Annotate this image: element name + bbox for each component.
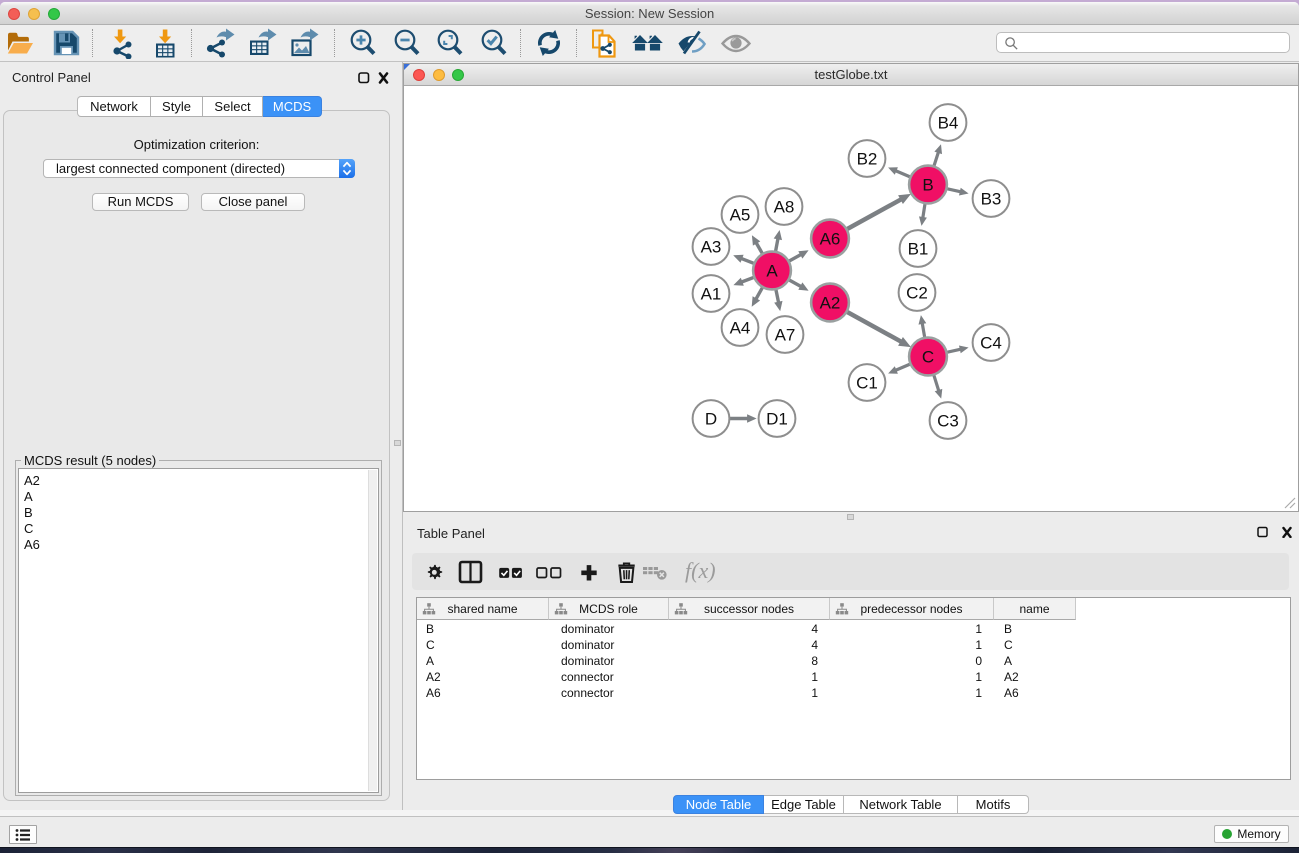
svg-text:A5: A5 — [730, 205, 751, 224]
svg-text:C4: C4 — [980, 333, 1002, 352]
svg-text:C3: C3 — [937, 411, 959, 430]
svg-text:A7: A7 — [775, 325, 796, 344]
svg-text:A3: A3 — [701, 237, 722, 256]
svg-text:D1: D1 — [766, 409, 788, 428]
svg-text:B4: B4 — [938, 113, 959, 132]
svg-text:C1: C1 — [856, 373, 878, 392]
svg-text:A1: A1 — [701, 284, 722, 303]
svg-text:C: C — [922, 347, 934, 366]
svg-text:B3: B3 — [981, 189, 1002, 208]
svg-text:A6: A6 — [820, 229, 841, 248]
svg-text:A4: A4 — [730, 318, 751, 337]
svg-text:C2: C2 — [906, 283, 928, 302]
svg-text:D: D — [705, 409, 717, 428]
svg-text:B2: B2 — [857, 149, 878, 168]
svg-text:A: A — [766, 261, 778, 280]
svg-text:B1: B1 — [908, 239, 929, 258]
svg-text:A2: A2 — [820, 293, 841, 312]
svg-text:A8: A8 — [774, 197, 795, 216]
svg-text:B: B — [922, 175, 933, 194]
